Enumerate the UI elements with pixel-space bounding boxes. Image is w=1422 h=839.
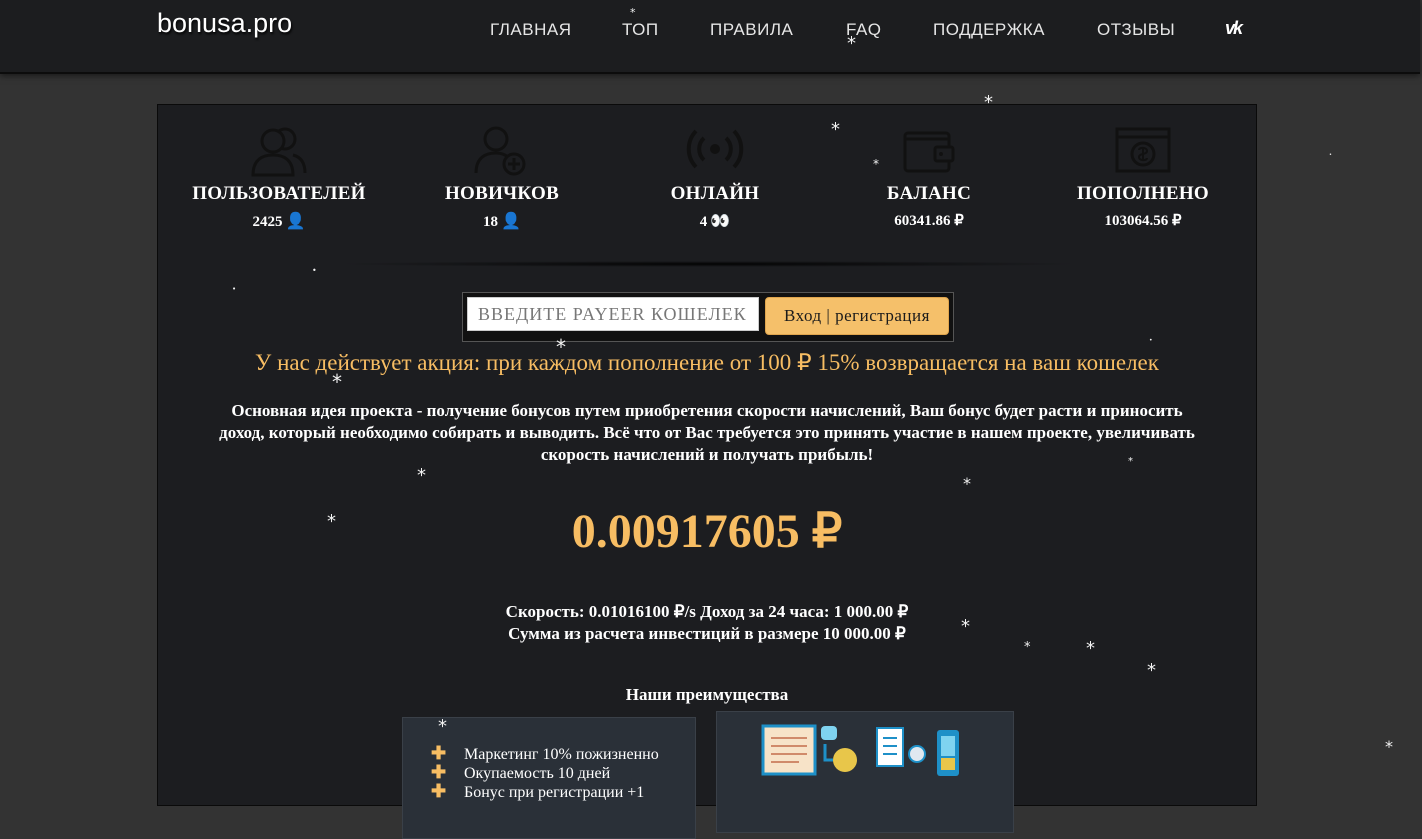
plus-icon: ✚ bbox=[431, 782, 447, 801]
wallet-icon bbox=[903, 131, 955, 173]
main-panel: ПОЛЬЗОВАТЕЛЕЙ 2425 👤 НОВИЧКОВ 18 👤 ОНЛАЙН … bbox=[157, 104, 1257, 839]
snowflake-icon: * bbox=[1385, 737, 1393, 756]
stat-newcomers: НОВИЧКОВ 18 👤 bbox=[397, 125, 607, 231]
stat-value: 18 👤 bbox=[483, 213, 521, 230]
list-item: ✚ Окупаемость 10 дней bbox=[431, 763, 611, 782]
snowflake-icon: * bbox=[630, 6, 636, 19]
stat-label: ПОПОЛНЕНО bbox=[1076, 183, 1210, 204]
snowflake-icon: * bbox=[438, 716, 447, 737]
list-item: ✚ Бонус при регистрации +1 bbox=[431, 782, 645, 801]
login-form: Вход | регистрация bbox=[462, 292, 954, 342]
nav-item-home[interactable]: ГЛАВНАЯ bbox=[490, 20, 571, 40]
vk-icon[interactable]: vk bbox=[1225, 18, 1253, 38]
speed-line: Скорость: 0.01016100 ₽/s Доход за 24 час… bbox=[505, 602, 909, 621]
snowflake-icon: • bbox=[1149, 337, 1153, 344]
broadcast-icon bbox=[686, 129, 744, 169]
snowflake-icon: * bbox=[847, 33, 856, 54]
project-description: Основная идея проекта - получение бонусо… bbox=[219, 401, 1195, 464]
snowflake-icon: * bbox=[963, 474, 971, 493]
snowflake-icon: * bbox=[1128, 456, 1133, 467]
plus-icon: ✚ bbox=[431, 744, 447, 763]
stat-value: 2425 👤 bbox=[252, 213, 306, 230]
site-logo[interactable]: bonusa.pro bbox=[157, 8, 292, 39]
snowflake-icon: * bbox=[873, 157, 879, 171]
stat-value: 60341.86 ₽ bbox=[894, 213, 964, 229]
snowflake-icon: * bbox=[984, 92, 993, 113]
list-item: ✚ Маркетинг 10% пожизненно bbox=[431, 744, 659, 763]
snowflake-icon: • bbox=[312, 266, 317, 275]
snowflake-icon: * bbox=[417, 465, 426, 486]
stat-label: БАЛАНС bbox=[886, 183, 972, 204]
nav-item-top[interactable]: ТОП bbox=[622, 20, 659, 40]
nav-item-rules[interactable]: ПРАВИЛА bbox=[710, 20, 793, 40]
advantages-title: Наши преимущества bbox=[625, 685, 789, 704]
infographic-icon bbox=[761, 724, 959, 776]
snowflake-icon: • bbox=[1329, 152, 1332, 158]
promo-text: У нас действует акция: при каждом пополн… bbox=[255, 350, 1159, 375]
snowflake-icon: * bbox=[1086, 638, 1095, 659]
advantages-illustration bbox=[716, 711, 1014, 833]
nav-item-reviews[interactable]: ОТЗЫВЫ bbox=[1097, 20, 1175, 40]
balance-counter: 0.00917605 ₽ bbox=[571, 505, 843, 558]
divider bbox=[333, 261, 1083, 267]
stat-value: 103064.56 ₽ bbox=[1104, 213, 1182, 229]
snowflake-icon: • bbox=[232, 285, 237, 293]
nav-item-support[interactable]: ПОДДЕРЖКА bbox=[933, 20, 1045, 40]
stat-balance: БАЛАНС 60341.86 ₽ bbox=[824, 125, 1034, 230]
login-register-button[interactable]: Вход | регистрация bbox=[765, 297, 949, 335]
users-icon bbox=[251, 127, 307, 177]
stat-users: ПОЛЬЗОВАТЕЛЕЙ 2425 👤 bbox=[174, 125, 384, 231]
top-navbar: bonusa.pro ГЛАВНАЯ ТОП ПРАВИЛА FAQ ПОДДЕ… bbox=[0, 0, 1420, 74]
snowflake-icon: * bbox=[556, 335, 566, 359]
snowflake-icon: * bbox=[831, 119, 840, 140]
snowflake-icon: * bbox=[1147, 660, 1156, 681]
stat-label: ПОЛЬЗОВАТЕЛЕЙ bbox=[192, 183, 366, 204]
snowflake-icon: * bbox=[961, 616, 970, 637]
stat-label: ОНЛАЙН bbox=[670, 183, 760, 204]
stat-online: ОНЛАЙН 4 👀 bbox=[610, 125, 820, 231]
payeer-wallet-input[interactable] bbox=[467, 297, 759, 331]
stat-label: НОВИЧКОВ bbox=[444, 183, 560, 204]
new-user-icon bbox=[474, 126, 526, 176]
snowflake-icon: * bbox=[327, 511, 336, 532]
snowflake-icon: * bbox=[332, 370, 342, 394]
money-icon bbox=[1115, 127, 1171, 173]
stat-deposited: ПОПОЛНЕНО 103064.56 ₽ bbox=[1038, 125, 1248, 230]
snowflake-icon: * bbox=[1024, 640, 1031, 655]
plus-icon: ✚ bbox=[431, 763, 447, 782]
stat-value: 4 👀 bbox=[699, 213, 731, 230]
